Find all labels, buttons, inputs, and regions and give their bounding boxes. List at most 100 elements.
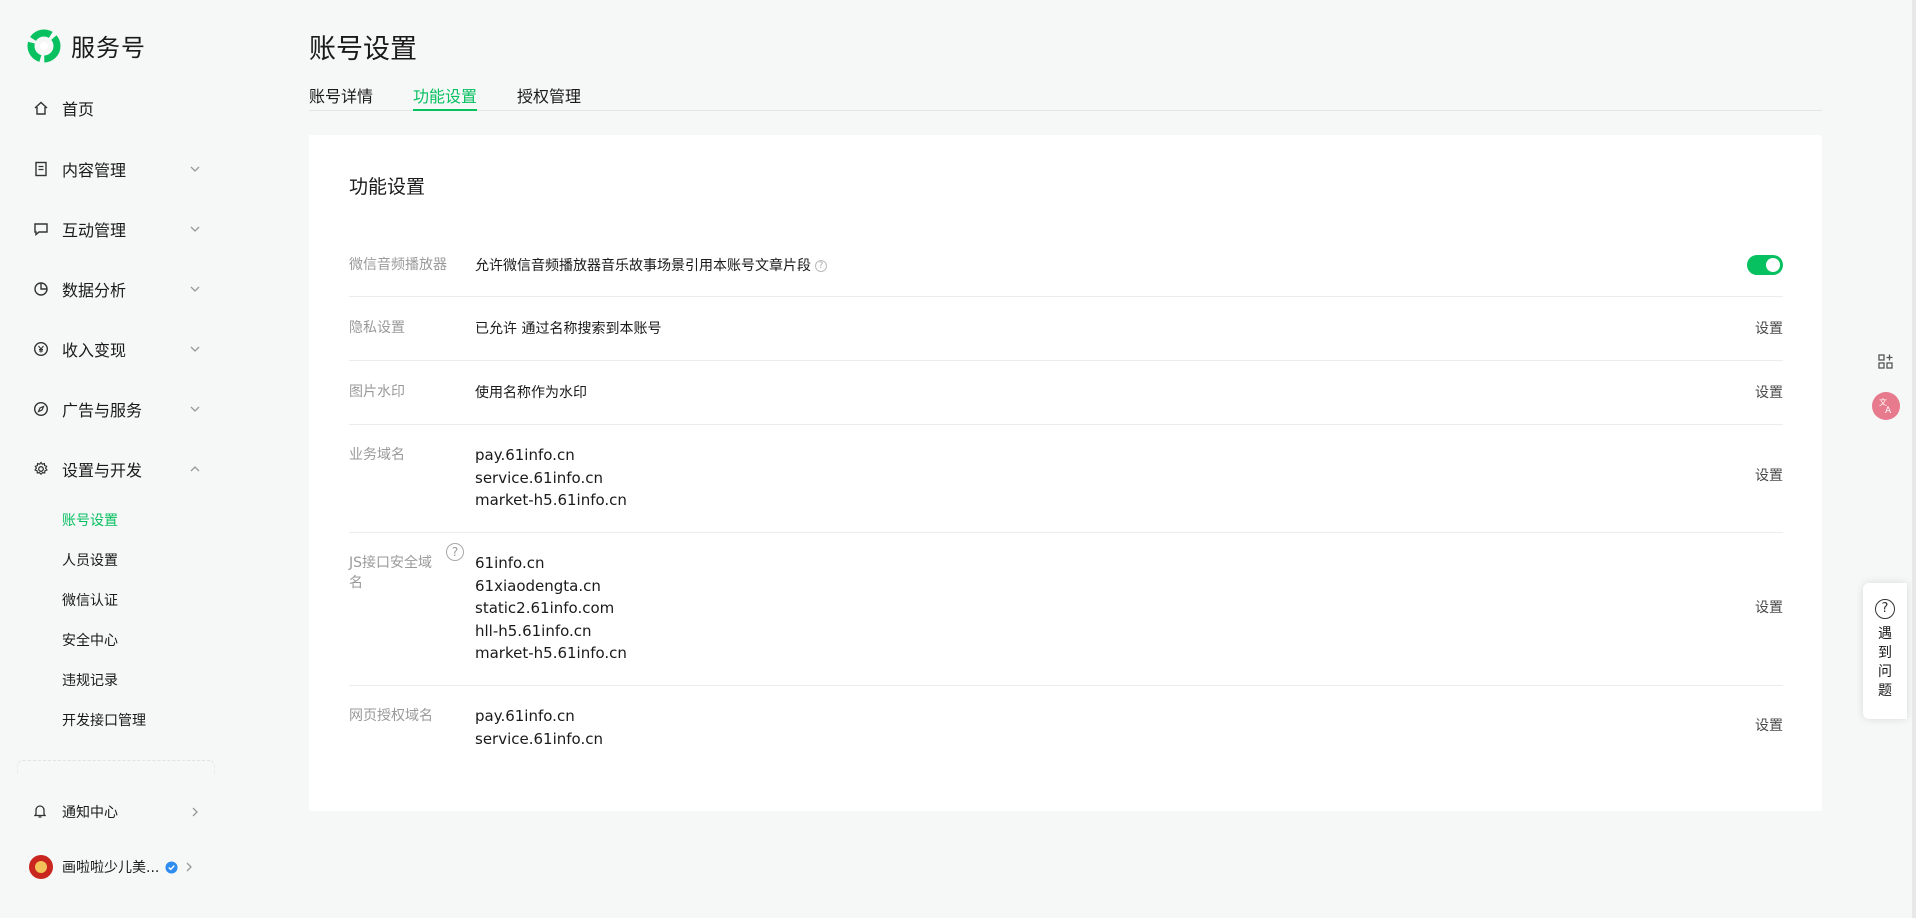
nav-label: 首页 xyxy=(62,100,95,119)
tab-authorization[interactable]: 授权管理 xyxy=(517,83,581,111)
nav-label: 互动管理 xyxy=(62,221,127,240)
nav-item-home[interactable]: 首页 xyxy=(32,94,202,122)
setting-value: 允许微信音频播放器音乐故事场景引用本账号文章片段? xyxy=(475,255,827,277)
setting-label: 网页授权域名 xyxy=(349,708,433,724)
sub-item-wechat-verification[interactable]: 微信认证 xyxy=(62,591,118,611)
yen-icon xyxy=(32,340,50,358)
page-title: 账号设置 xyxy=(309,34,417,65)
feature-settings-card: 功能设置 微信音频播放器 允许微信音频播放器音乐故事场景引用本账号文章片段? 隐… xyxy=(309,135,1822,811)
setting-row-business-domains: 业务域名 pay.61info.cn service.61info.cn mar… xyxy=(349,425,1783,533)
brand-name: 服务号 xyxy=(71,34,146,62)
wechat-service-logo-icon xyxy=(27,29,61,62)
nav-item-settings-dev[interactable]: 设置与开发 xyxy=(32,455,202,483)
domain-item: 61xiaodengta.cn xyxy=(475,576,601,595)
privacy-settings-link[interactable]: 设置 xyxy=(1755,318,1783,338)
gear-icon xyxy=(32,460,50,478)
domain-item: market-h5.61info.cn xyxy=(475,644,627,662)
tab-feature-settings[interactable]: 功能设置 xyxy=(413,83,478,111)
audio-player-toggle[interactable] xyxy=(1747,255,1783,275)
domain-item: 61info.cn xyxy=(475,554,545,572)
nav-item-revenue[interactable]: 收入变现 xyxy=(32,335,202,363)
setting-row-watermark: 图片水印 使用名称作为水印 设置 xyxy=(349,361,1783,425)
nav-item-analytics[interactable]: 数据分析 xyxy=(32,275,202,303)
watermark-settings-link[interactable]: 设置 xyxy=(1755,382,1783,402)
setting-row-privacy: 隐私设置 已允许 通过名称搜索到本账号 设置 xyxy=(349,297,1783,361)
setting-label: 微信音频播放器 xyxy=(349,257,447,273)
setting-row-web-auth-domains: 网页授权域名 pay.61info.cn service.61info.cn 设… xyxy=(349,686,1783,776)
brand[interactable]: 服务号 xyxy=(27,28,146,63)
setting-row-audio-player: 微信音频播放器 允许微信音频播放器音乐故事场景引用本账号文章片段? xyxy=(349,235,1783,297)
sub-item-violation-records[interactable]: 违规记录 xyxy=(62,671,118,691)
chevron-down-icon xyxy=(190,346,200,352)
help-panel[interactable]: ? 遇到问题 xyxy=(1863,583,1907,719)
nav-label: 内容管理 xyxy=(62,161,127,180)
svg-text:A: A xyxy=(1885,406,1892,416)
domain-item: service.61info.cn xyxy=(475,729,603,748)
nav-label: 数据分析 xyxy=(62,281,127,300)
compass-icon xyxy=(32,400,50,418)
setting-row-js-domains: JS接口安全域 名 ? 61info.cn 61xiaodengta.cn st… xyxy=(349,533,1783,686)
setting-label: 隐私设置 xyxy=(349,320,405,336)
chevron-up-icon xyxy=(190,466,200,472)
business-domains-settings-link[interactable]: 设置 xyxy=(1755,465,1783,485)
setting-label-line: 名 xyxy=(349,575,363,591)
nav-item-interaction[interactable]: 互动管理 xyxy=(32,215,202,243)
sidebar: 服务号 首页 内容管理 互动管理 数据分析 收入变现 广告与服务 设置与开发 账… xyxy=(0,0,232,918)
window-edge xyxy=(1912,0,1916,918)
domain-item: pay.61info.cn xyxy=(475,446,575,464)
setting-label-line: JS接口安全域 xyxy=(349,555,433,571)
help-icon[interactable]: ? xyxy=(446,543,464,561)
domain-item: market-h5.61info.cn xyxy=(475,491,627,509)
card-title: 功能设置 xyxy=(349,176,426,198)
avatar xyxy=(29,855,53,879)
help-icon[interactable]: ? xyxy=(815,260,827,272)
chat-icon xyxy=(32,220,50,238)
account-switcher[interactable]: 画啦啦少儿美... xyxy=(29,854,204,880)
sub-item-security-center[interactable]: 安全中心 xyxy=(62,631,118,651)
nav-label: 广告与服务 xyxy=(62,401,143,420)
domain-list: pay.61info.cn service.61info.cn market-h… xyxy=(475,444,627,512)
domain-list: 61info.cn 61xiaodengta.cn static2.61info… xyxy=(475,552,627,665)
verified-badge-icon xyxy=(165,860,178,874)
sub-item-account-settings[interactable]: 账号设置 xyxy=(62,511,118,531)
domain-list: pay.61info.cn service.61info.cn xyxy=(475,705,603,750)
grid-add-icon xyxy=(1878,354,1893,369)
nav-item-ads-services[interactable]: 广告与服务 xyxy=(32,395,202,423)
domain-item: pay.61info.cn xyxy=(475,707,575,725)
translate-button[interactable]: 文 A xyxy=(1870,390,1902,422)
setting-label: 图片水印 xyxy=(349,384,405,400)
setting-label: JS接口安全域 名 xyxy=(349,553,432,593)
tab-bar: 账号详情 功能设置 授权管理 xyxy=(309,80,1822,111)
setting-label: 业务域名 xyxy=(349,447,405,463)
chevron-right-icon xyxy=(192,807,198,817)
sidebar-divider xyxy=(17,760,215,774)
nav-label: 设置与开发 xyxy=(62,461,143,480)
question-icon: ? xyxy=(1875,599,1895,619)
pie-chart-icon xyxy=(32,280,50,298)
toggle-knob xyxy=(1766,258,1780,272)
chevron-down-icon xyxy=(190,226,200,232)
notification-label: 通知中心 xyxy=(62,805,118,821)
sub-item-member-settings[interactable]: 人员设置 xyxy=(62,551,118,571)
chevron-down-icon xyxy=(190,166,200,172)
domain-item: static2.61info.com xyxy=(475,599,615,617)
translate-icon: 文 A xyxy=(1872,392,1900,420)
domain-item: service.61info.cn xyxy=(475,468,603,487)
account-name: 画啦啦少儿美... xyxy=(62,860,160,876)
nav-label: 收入变现 xyxy=(62,341,127,360)
help-panel-text: 遇到问题 xyxy=(1878,626,1892,699)
bell-icon xyxy=(32,803,50,821)
js-domains-settings-link[interactable]: 设置 xyxy=(1755,597,1783,617)
tab-account-details[interactable]: 账号详情 xyxy=(309,83,373,111)
setting-value: 使用名称作为水印 xyxy=(475,385,587,401)
sub-item-dev-api[interactable]: 开发接口管理 xyxy=(62,711,146,731)
add-widget-button[interactable] xyxy=(1870,346,1902,378)
home-icon xyxy=(32,99,50,117)
setting-value: 已允许 通过名称搜索到本账号 xyxy=(475,321,662,337)
domain-item: hll-h5.61info.cn xyxy=(475,621,592,640)
chevron-down-icon xyxy=(190,286,200,292)
chevron-right-icon xyxy=(186,862,193,872)
nav-item-content[interactable]: 内容管理 xyxy=(32,155,202,183)
notification-center[interactable]: 通知中心 xyxy=(32,800,202,824)
web-auth-domains-settings-link[interactable]: 设置 xyxy=(1755,715,1783,735)
